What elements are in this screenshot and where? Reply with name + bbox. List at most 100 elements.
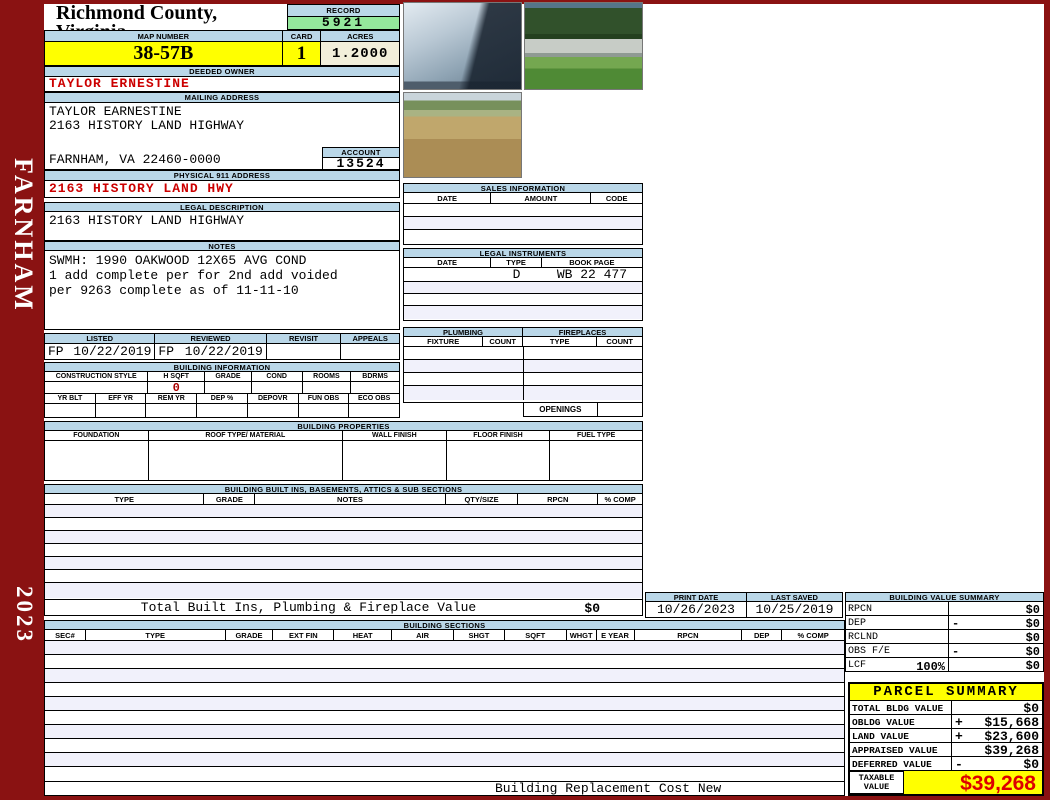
pf-empty-row (404, 360, 642, 373)
sales-code-header: CODE (605, 193, 628, 203)
bs-empty-row (45, 641, 844, 655)
bi-type-header: TYPE (45, 494, 205, 504)
deeded-owner-header: DEEDED OWNER (44, 66, 400, 77)
ps-label: TOTAL BLDG VALUE (850, 701, 952, 714)
sales-empty-row (404, 217, 642, 230)
sales-rows (403, 204, 643, 245)
plumbing-fireplaces-header: PLUMBING FIREPLACES (403, 327, 643, 337)
bvs-value: $0 (1025, 603, 1040, 617)
district-label: FARNHAM (9, 158, 38, 313)
remyr-header: REM YR (146, 394, 198, 403)
li-date-value (404, 268, 491, 281)
bvs-label: RPCN (846, 602, 949, 615)
taxable-value-amount: $39,268 (960, 772, 1036, 795)
year-label: 2023 (12, 585, 37, 644)
ps-value: $0 (1023, 701, 1039, 716)
bi-rpcn-header: RPCN (518, 494, 599, 504)
review-header-row: LISTED REVIEWED REVISIT APPEALS (44, 333, 400, 344)
built-ins-rows (44, 505, 643, 600)
dep-pct-header: DEP % (197, 394, 248, 403)
building-value-summary-rows: RPCN $0 DEP - $0 RCLND $0 OBS F/E - $0 LC (845, 602, 1044, 674)
li-type-header: TYPE (491, 258, 542, 267)
sales-empty-row (404, 204, 642, 217)
fuel-type-value (550, 441, 642, 480)
funobs-value (299, 404, 350, 417)
property-photo-1[interactable] (403, 2, 522, 90)
building-information-header: BUILDING INFORMATION (44, 362, 400, 372)
bvs-sign: - (952, 645, 960, 659)
dep-pct-value (197, 404, 248, 417)
bvs-lcf-label-cell: LCF 100% (846, 658, 949, 674)
li-bookpage-value: WB 22 477 (556, 268, 628, 281)
built-ins-columns: TYPE GRADE NOTES QTY/SIZE RPCN % COMP (44, 494, 643, 505)
ps-row-land: LAND VALUE + $23,600 (850, 729, 1042, 744)
reviewed-initials: FP (158, 344, 174, 359)
account-header: ACCOUNT (322, 147, 400, 158)
building-info-values-1: 0 (44, 382, 400, 394)
bs-air-header: AIR (392, 630, 454, 640)
map-number-value: 38-57B (45, 42, 283, 65)
parcel-summary-title: PARCEL SUMMARY (850, 684, 1042, 701)
sales-empty-row (404, 230, 642, 243)
built-ins-empty-row (45, 544, 642, 557)
fixture-header: FIXTURE (404, 337, 484, 346)
bvs-row-rpcn: RPCN $0 (846, 602, 1043, 617)
effyr-header: EFF YR (96, 394, 147, 403)
roof-type-value (149, 441, 343, 480)
bvs-value: $0 (1025, 659, 1040, 673)
bvs-label: OBS F/E (846, 644, 949, 657)
ps-row-taxable: TAXABLE VALUE $39,268 (850, 771, 1042, 795)
property-photo-2[interactable] (524, 2, 643, 90)
appeals-header: APPEALS (341, 334, 399, 343)
bs-empty-row (45, 655, 844, 669)
bvs-value-cell: $0 (949, 602, 1043, 617)
building-properties-header: BUILDING PROPERTIES (44, 421, 643, 431)
bvs-label: LCF (848, 660, 867, 671)
built-ins-empty-row (45, 505, 642, 518)
legal-description-value: 2163 HISTORY LAND HIGHWAY (44, 212, 400, 241)
ps-sign: + (955, 715, 963, 730)
bs-grade-header: GRADE (226, 630, 274, 640)
depovr-header: DEPOVR (248, 394, 299, 403)
bs-empty-row (45, 711, 844, 725)
bvs-row-rclnd: RCLND $0 (846, 630, 1043, 645)
li-empty-row (404, 294, 642, 306)
ps-value: $0 (1023, 757, 1039, 772)
ps-row-deferred: DEFERRED VALUE - $0 (850, 757, 1042, 772)
foundation-header: FOUNDATION (45, 431, 149, 440)
cond-header: COND (252, 372, 303, 381)
openings-value (598, 403, 642, 416)
sales-information-header: SALES INFORMATION (403, 183, 643, 193)
li-empty-row (404, 282, 642, 294)
bvs-row-dep: DEP - $0 (846, 616, 1043, 631)
bs-empty-row (45, 669, 844, 683)
map-number-header: MAP NUMBER (45, 31, 283, 41)
fireplace-type-header: TYPE (523, 337, 598, 346)
sales-date-header: DATE (404, 193, 492, 203)
legal-description-header: LEGAL DESCRIPTION (44, 202, 400, 212)
card-value: 1 (282, 42, 322, 65)
built-ins-total-value: $0 (584, 601, 600, 616)
property-photo-3[interactable] (403, 92, 522, 178)
built-ins-total-row: Total Built Ins, Plumbing & Fireplace Va… (44, 600, 643, 616)
building-value-summary-header: BUILDING VALUE SUMMARY (845, 592, 1044, 602)
legal-instrument-row: D WB 22 477 (403, 268, 643, 282)
replacement-cost-note: Building Replacement Cost New (495, 782, 722, 796)
reviewed-value: FP 10/22/2019 (155, 344, 267, 359)
grade-value (205, 382, 252, 393)
built-ins-empty-row (45, 570, 642, 583)
li-type-value: D (512, 268, 521, 281)
bvs-value-cell: - $0 (949, 616, 1043, 631)
bi-qty-header: QTY/SIZE (446, 494, 519, 504)
bs-empty-row (45, 739, 844, 753)
bi-comp-header: % COMP (604, 494, 636, 504)
reviewed-header: REVIEWED (155, 334, 267, 343)
listed-header: LISTED (45, 334, 156, 343)
bs-sqft-header: SQFT (505, 630, 567, 640)
legal-instruments-columns: DATE TYPE BOOK PAGE (403, 258, 643, 268)
bvs-value-cell: $0 (949, 630, 1043, 645)
li-date-header: DATE (404, 258, 492, 267)
construction-style-header: CONSTRUCTION STYLE (45, 372, 149, 381)
notes-header: NOTES (44, 241, 400, 251)
pf-empty-row (404, 373, 642, 386)
